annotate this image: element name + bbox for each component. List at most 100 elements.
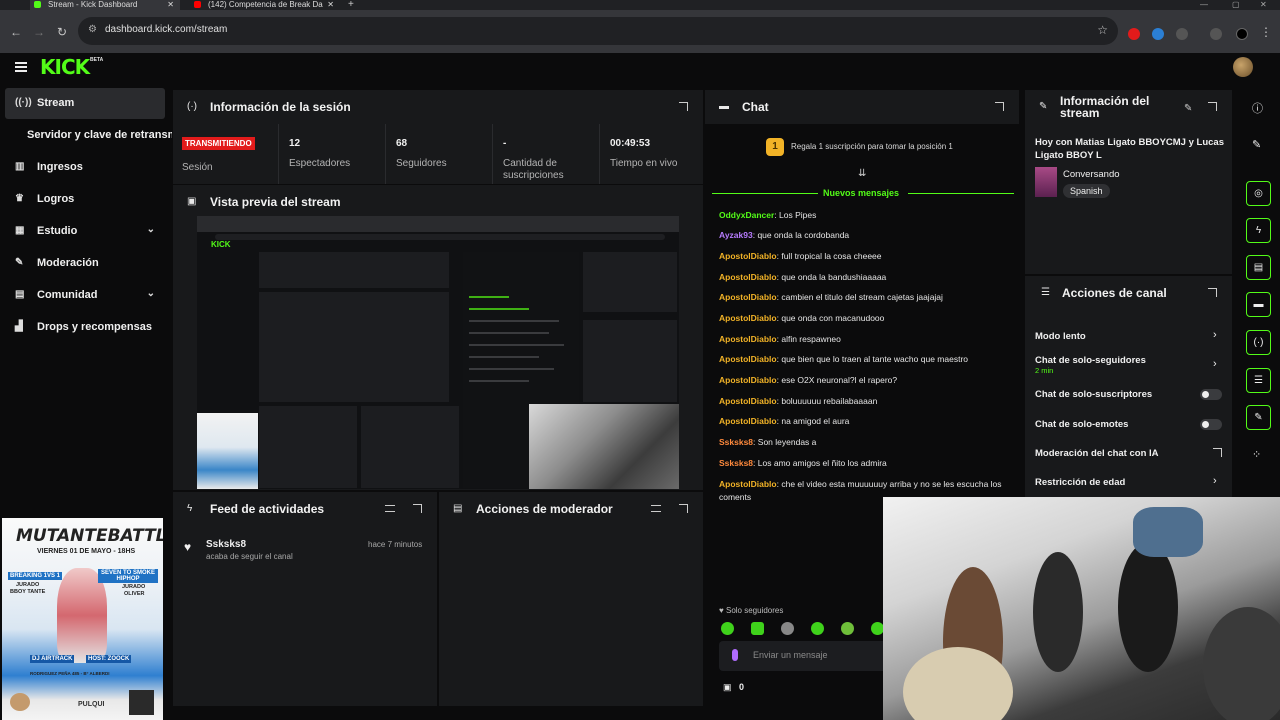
chat-username[interactable]: ApostolDiablo bbox=[719, 313, 777, 323]
site-info-icon[interactable]: ⚙ bbox=[88, 24, 97, 35]
activity-user[interactable]: Ssksks8 bbox=[206, 539, 246, 550]
followers-only-duration: 2 min bbox=[1035, 366, 1054, 375]
emote-icon[interactable] bbox=[811, 622, 824, 635]
poster-jurado-label: JURADO bbox=[16, 582, 40, 588]
preview-mod-panel bbox=[361, 406, 459, 488]
popout-icon[interactable] bbox=[1208, 102, 1217, 111]
browser-menu-icon[interactable]: ⋮ bbox=[1260, 25, 1272, 39]
lightning-icon[interactable]: ϟ bbox=[1246, 218, 1271, 243]
bookmark-star-icon[interactable]: ☆ bbox=[1097, 23, 1108, 37]
edit-pencil-icon[interactable]: ✎ bbox=[1184, 103, 1192, 114]
points-gift-icon[interactable]: ▣ bbox=[723, 682, 732, 693]
menu-hamburger-icon[interactable] bbox=[15, 62, 27, 72]
popout-icon[interactable] bbox=[679, 504, 688, 513]
edit-pencil-icon[interactable]: ✎ bbox=[1252, 138, 1261, 151]
reload-icon[interactable]: ↻ bbox=[57, 25, 67, 39]
sidebar-item-estudio[interactable]: ▦ Estudio ⌄ bbox=[5, 216, 165, 247]
popout-icon[interactable] bbox=[995, 102, 1004, 111]
sidebar-item-stream-key[interactable]: Servidor y clave de retransmisión bbox=[27, 129, 172, 141]
user-avatar[interactable] bbox=[1233, 57, 1253, 77]
followers-only-chat-option[interactable]: Chat de solo-seguidores bbox=[1035, 355, 1146, 366]
target-icon[interactable]: ◎ bbox=[1246, 181, 1271, 206]
emote-icon[interactable] bbox=[841, 622, 854, 635]
extension-icon[interactable] bbox=[1128, 28, 1140, 40]
stat-value: 68 bbox=[396, 138, 408, 149]
profile-avatar[interactable] bbox=[1236, 28, 1248, 40]
scroll-down-icon[interactable]: ⇊ bbox=[858, 168, 866, 179]
maximize-icon[interactable]: ▢ bbox=[1232, 0, 1240, 9]
sidebar-item-logros[interactable]: ♛ Logros bbox=[5, 184, 165, 215]
preview-chat-line bbox=[469, 344, 564, 346]
session-label: Sesión bbox=[182, 162, 213, 173]
minimize-icon[interactable]: — bbox=[1200, 0, 1208, 9]
chat-username[interactable]: ApostolDiablo bbox=[719, 416, 777, 426]
emote-icon[interactable] bbox=[781, 622, 794, 635]
filter-icon[interactable] bbox=[385, 505, 395, 512]
chat-username[interactable]: ApostolDiablo bbox=[719, 272, 777, 282]
preview-browser-bar bbox=[197, 216, 679, 232]
external-link-icon[interactable] bbox=[1213, 448, 1222, 457]
chat-username[interactable]: ApostolDiablo bbox=[719, 292, 777, 302]
filter-icon[interactable] bbox=[651, 505, 661, 512]
panel-title: Información de la sesión bbox=[210, 100, 351, 114]
stream-preview-video[interactable]: KICK bbox=[197, 216, 679, 489]
broadcast-icon[interactable]: (·) bbox=[1246, 330, 1271, 355]
sidebar-item-moderacion[interactable]: ✎ Moderación bbox=[5, 248, 165, 279]
emotes-only-toggle[interactable] bbox=[1200, 419, 1222, 430]
close-tab-icon[interactable]: ✕ bbox=[167, 0, 174, 9]
chevron-right-icon[interactable]: › bbox=[1213, 358, 1217, 370]
chat-username[interactable]: Ssksks8 bbox=[719, 437, 753, 447]
extensions-puzzle-icon[interactable] bbox=[1176, 28, 1188, 40]
chat-username[interactable]: Ssksks8 bbox=[719, 458, 753, 468]
chat-username[interactable]: ApostolDiablo bbox=[719, 479, 777, 489]
chat-message: ApostolDiablo: ese O2X neuronal?l el rap… bbox=[719, 374, 1014, 387]
chat-username[interactable]: ApostolDiablo bbox=[719, 334, 777, 344]
category-name[interactable]: Conversando bbox=[1063, 169, 1120, 180]
popout-icon[interactable] bbox=[1208, 288, 1217, 297]
info-icon[interactable]: ⓘ bbox=[1252, 100, 1263, 116]
popout-icon[interactable] bbox=[679, 102, 688, 111]
add-widget-icon[interactable]: ⁘ bbox=[1252, 448, 1261, 461]
chat-username[interactable]: Ayzak93 bbox=[719, 230, 753, 240]
emote-icon[interactable] bbox=[751, 622, 764, 635]
slow-mode-option[interactable]: Modo lento bbox=[1035, 331, 1086, 342]
sidebar-item-comunidad[interactable]: ▤ Comunidad ⌄ bbox=[5, 280, 165, 311]
chevron-right-icon[interactable]: › bbox=[1213, 475, 1217, 487]
browser-tab-youtube[interactable]: (142) Competencia de Break Da ✕ bbox=[190, 0, 340, 10]
chat-username[interactable]: OddyxDancer bbox=[719, 210, 774, 220]
category-thumbnail[interactable] bbox=[1035, 167, 1057, 197]
wrench-icon[interactable]: ✎ bbox=[1246, 405, 1271, 430]
new-tab-button[interactable]: + bbox=[348, 0, 354, 10]
sidebar-item-ingresos[interactable]: ▥ Ingresos bbox=[5, 152, 165, 183]
browser-tab-kick[interactable]: Stream - Kick Dashboard ✕ bbox=[30, 0, 180, 10]
microphone-icon[interactable] bbox=[732, 649, 738, 661]
document-icon[interactable]: ▤ bbox=[1246, 255, 1271, 280]
poster-jurado-name: OLIVER bbox=[124, 591, 145, 597]
kick-logo[interactable]: KICK bbox=[40, 55, 90, 79]
chat-username[interactable]: ApostolDiablo bbox=[719, 375, 777, 385]
url-field[interactable]: ⚙ dashboard.kick.com/stream ☆ bbox=[78, 17, 1118, 45]
sidebar-item-stream[interactable]: ((·)) Stream bbox=[5, 88, 165, 119]
forward-icon[interactable]: → bbox=[33, 25, 45, 39]
chat-message: ApostolDiablo: boluuuuuu rebailabaaaan bbox=[719, 395, 1014, 408]
age-restriction-option[interactable]: Restricción de edad bbox=[1035, 477, 1125, 488]
close-window-icon[interactable]: ✕ bbox=[1260, 0, 1267, 9]
chevron-right-icon[interactable]: › bbox=[1213, 329, 1217, 341]
stat-value: - bbox=[503, 138, 507, 149]
emote-icon[interactable] bbox=[721, 622, 734, 635]
chat-username[interactable]: ApostolDiablo bbox=[719, 354, 777, 364]
sidebar-item-drops[interactable]: ▟ Drops y recompensas bbox=[5, 312, 165, 343]
back-icon[interactable]: ← bbox=[10, 25, 22, 39]
popout-icon[interactable] bbox=[413, 504, 422, 513]
close-tab-icon[interactable]: ✕ bbox=[327, 0, 334, 9]
subscribers-only-toggle[interactable] bbox=[1200, 389, 1222, 400]
ai-chat-moderation-option[interactable]: Moderación del chat con IA bbox=[1035, 448, 1159, 459]
chat-username[interactable]: ApostolDiablo bbox=[719, 251, 777, 261]
list-icon[interactable]: ☰ bbox=[1246, 368, 1271, 393]
chat-username[interactable]: ApostolDiablo bbox=[719, 396, 777, 406]
extension-icon[interactable] bbox=[1152, 28, 1164, 40]
tab-search-icon[interactable] bbox=[1210, 28, 1222, 40]
gift-rank-badge[interactable]: 1 bbox=[766, 138, 784, 156]
chat-icon[interactable]: ▬ bbox=[1246, 292, 1271, 317]
webcam-overlay-image bbox=[883, 497, 1280, 720]
